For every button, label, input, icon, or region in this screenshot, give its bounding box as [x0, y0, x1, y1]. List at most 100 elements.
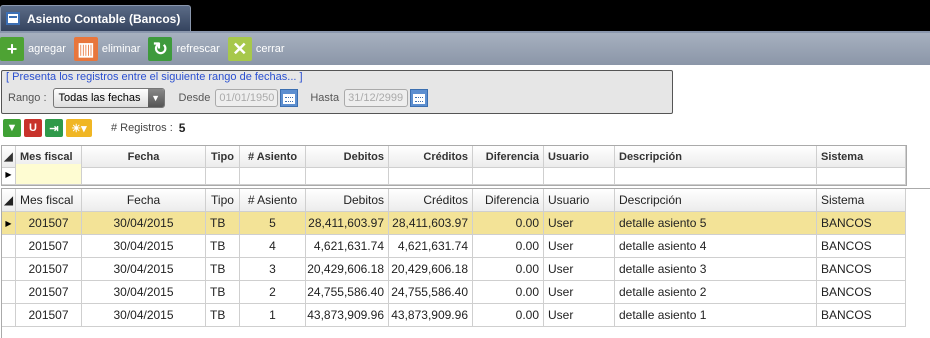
row-indicator[interactable]: [2, 304, 16, 327]
col-header[interactable]: Fecha: [82, 189, 206, 212]
window-tab[interactable]: Asiento Contable (Bancos): [0, 5, 192, 31]
table-cell[interactable]: 0.00: [473, 304, 544, 327]
table-cell[interactable]: TB: [206, 212, 240, 235]
table-cell[interactable]: 0.00: [473, 258, 544, 281]
export-icon[interactable]: ⇥: [45, 119, 63, 137]
table-cell[interactable]: BANCOS: [817, 281, 906, 304]
table-cell[interactable]: detalle asiento 4: [615, 235, 817, 258]
col-header[interactable]: Diferencia: [473, 189, 544, 212]
table-cell[interactable]: 24,755,586.40: [389, 281, 473, 304]
filter-cell[interactable]: [306, 164, 389, 185]
col-header[interactable]: Sistema: [817, 189, 906, 212]
table-cell[interactable]: 4: [240, 235, 306, 258]
trash-icon: ▥: [73, 37, 98, 61]
col-header[interactable]: # Asiento: [240, 189, 306, 212]
col-header[interactable]: Usuario: [544, 189, 615, 212]
table-cell[interactable]: 43,873,909.96: [306, 304, 389, 327]
table-cell[interactable]: 0.00: [473, 235, 544, 258]
table-cell[interactable]: User: [544, 212, 615, 235]
table-cell[interactable]: TB: [206, 304, 240, 327]
from-calendar-icon[interactable]: [280, 89, 299, 107]
table-cell[interactable]: 4,621,631.74: [389, 235, 473, 258]
table-cell[interactable]: 28,411,603.97: [389, 212, 473, 235]
filter-cell[interactable]: [615, 164, 817, 185]
table-cell[interactable]: 0.00: [473, 212, 544, 235]
filter-cell[interactable]: [544, 164, 615, 185]
table-cell[interactable]: 30/04/2015: [82, 212, 206, 235]
filter-cell[interactable]: [82, 164, 206, 185]
table-row[interactable]: 201507 30/04/2015 TB 3 20,429,606.18 20,429,6…: [2, 258, 906, 281]
table-row[interactable]: 201507 30/04/2015 TB 1 43,873,909.96 43,873,9…: [2, 304, 906, 327]
col-header[interactable]: Descripción: [615, 189, 817, 212]
table-cell[interactable]: User: [544, 304, 615, 327]
magnet-icon[interactable]: U: [24, 119, 42, 137]
table-row[interactable]: 201507 30/04/2015 TB 4 4,621,631.74 4,621,631…: [2, 235, 906, 258]
table-cell[interactable]: BANCOS: [817, 212, 906, 235]
filter-cell[interactable]: [16, 164, 82, 185]
filter-cell[interactable]: [389, 164, 473, 185]
table-cell[interactable]: User: [544, 235, 615, 258]
col-header[interactable]: Créditos: [389, 189, 473, 212]
to-date-input[interactable]: 31/12/2999: [344, 89, 409, 107]
entries-grid: ◢ Mes fiscal Fecha Tipo # Asiento Debito…: [1, 188, 930, 338]
table-cell[interactable]: 201507: [16, 304, 82, 327]
table-cell[interactable]: 201507: [16, 212, 82, 235]
table-cell[interactable]: BANCOS: [817, 304, 906, 327]
filter-cell[interactable]: [206, 164, 240, 185]
col-header[interactable]: Debitos: [306, 189, 389, 212]
table-cell[interactable]: 1: [240, 304, 306, 327]
row-indicator[interactable]: [2, 281, 16, 304]
table-cell[interactable]: 30/04/2015: [82, 304, 206, 327]
table-cell[interactable]: 201507: [16, 281, 82, 304]
filter-legend: [ Presenta los registros entre el siguie…: [6, 71, 303, 83]
filter-cell[interactable]: [473, 164, 544, 185]
add-button[interactable]: + agregar: [0, 37, 66, 61]
refresh-button[interactable]: ↻ refrescar: [148, 37, 220, 61]
chevron-down-icon[interactable]: ▼: [147, 89, 164, 107]
close-button[interactable]: ✕ cerrar: [227, 37, 285, 61]
table-cell[interactable]: detalle asiento 3: [615, 258, 817, 281]
table-cell[interactable]: 20,429,606.18: [389, 258, 473, 281]
to-calendar-icon[interactable]: [410, 89, 429, 107]
table-cell[interactable]: 24,755,586.40: [306, 281, 389, 304]
col-header[interactable]: Mes fiscal: [16, 189, 82, 212]
table-cell[interactable]: 2: [240, 281, 306, 304]
table-cell[interactable]: BANCOS: [817, 235, 906, 258]
table-cell[interactable]: 20,429,606.18: [306, 258, 389, 281]
row-pointer-icon[interactable]: ▶: [2, 212, 16, 235]
delete-button[interactable]: ▥ eliminar: [73, 37, 140, 61]
table-cell[interactable]: 201507: [16, 258, 82, 281]
table-cell[interactable]: User: [544, 281, 615, 304]
table-cell[interactable]: 28,411,603.97: [306, 212, 389, 235]
col-header[interactable]: Tipo: [206, 189, 240, 212]
filter-down-icon[interactable]: ▼: [3, 119, 21, 137]
table-cell[interactable]: 4,621,631.74: [306, 235, 389, 258]
range-select[interactable]: Todas las fechas ▼: [52, 88, 165, 108]
table-cell[interactable]: 30/04/2015: [82, 235, 206, 258]
table-cell[interactable]: TB: [206, 235, 240, 258]
refresh-icon: ↻: [148, 37, 173, 61]
row-indicator[interactable]: [2, 258, 16, 281]
filter-grid-row[interactable]: ▶: [2, 164, 906, 185]
table-cell[interactable]: detalle asiento 5: [615, 212, 817, 235]
filter-cell[interactable]: [240, 164, 306, 185]
table-cell[interactable]: User: [544, 258, 615, 281]
row-indicator[interactable]: [2, 235, 16, 258]
table-cell[interactable]: TB: [206, 258, 240, 281]
options-menu-icon[interactable]: ☀▾: [66, 119, 92, 137]
table-row[interactable]: 201507 30/04/2015 TB 2 24,755,586.40 24,755,5…: [2, 281, 906, 304]
table-cell[interactable]: 30/04/2015: [82, 281, 206, 304]
table-cell[interactable]: 201507: [16, 235, 82, 258]
table-cell[interactable]: TB: [206, 281, 240, 304]
table-cell[interactable]: 30/04/2015: [82, 258, 206, 281]
table-cell[interactable]: BANCOS: [817, 258, 906, 281]
table-cell[interactable]: detalle asiento 1: [615, 304, 817, 327]
from-date-input[interactable]: 01/01/1950: [215, 89, 279, 107]
table-cell[interactable]: detalle asiento 2: [615, 281, 817, 304]
table-cell[interactable]: 0.00: [473, 281, 544, 304]
table-cell[interactable]: 3: [240, 258, 306, 281]
filter-cell[interactable]: [817, 164, 906, 185]
table-cell[interactable]: 43,873,909.96: [389, 304, 473, 327]
table-cell[interactable]: 5: [240, 212, 306, 235]
table-row[interactable]: ▶ 201507 30/04/2015 TB 5 28,411,603.97 28,411,…: [2, 212, 906, 235]
